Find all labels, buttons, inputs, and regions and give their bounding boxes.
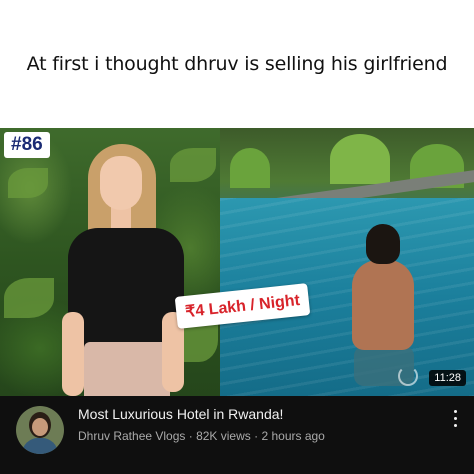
man-figure [348,224,420,386]
video-meta: Most Luxurious Hotel in Rwanda! Dhruv Ra… [0,396,474,474]
plant [330,134,390,184]
foliage [8,168,48,198]
view-count: 82K views [196,429,251,443]
caption-text: At first i thought dhruv is selling his … [26,53,448,75]
video-subline: Dhruv Rathee Vlogs · 82K views · 2 hours… [78,429,325,443]
video-title[interactable]: Most Luxurious Hotel in Rwanda! [78,406,283,422]
episode-badge: #86 [4,132,50,158]
plant [230,148,270,188]
channel-avatar[interactable] [16,406,64,454]
separator: · [188,429,193,443]
meme-caption: At first i thought dhruv is selling his … [0,0,474,128]
channel-name[interactable]: Dhruv Rathee Vlogs [78,429,185,443]
duration-badge: 11:28 [429,370,466,386]
thumbnail-right-image [220,128,474,396]
thumbnail-left-image [0,128,220,396]
video-thumbnail[interactable]: #86 ₹4 Lakh / Night 11:28 [0,128,474,396]
foliage [4,278,54,318]
woman-figure [62,142,190,396]
separator: · [254,429,259,443]
loading-icon [398,366,418,386]
more-vert-icon[interactable] [454,410,458,430]
upload-age: 2 hours ago [261,429,325,443]
